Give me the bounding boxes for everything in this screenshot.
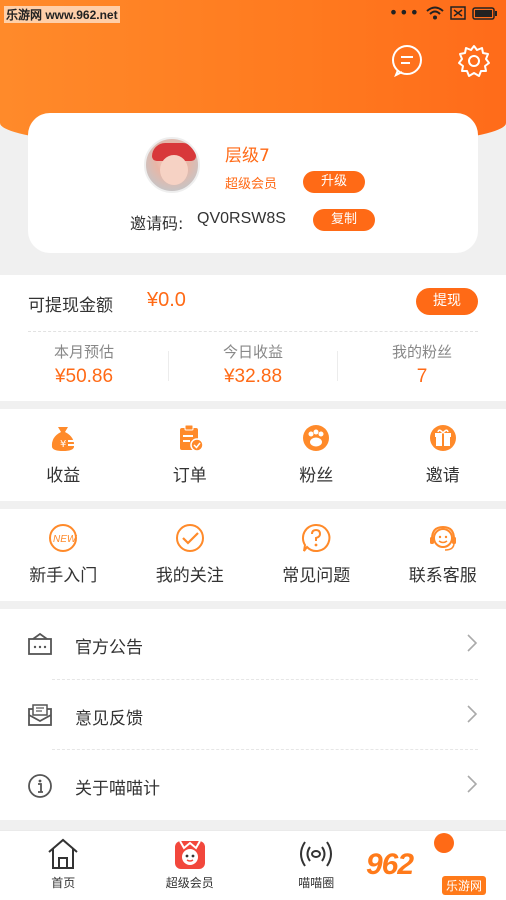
copy-button[interactable]: 复制	[313, 209, 375, 231]
fans-paw-icon	[303, 425, 330, 451]
watermark-top-left: 乐游网 www.962.net	[4, 6, 120, 23]
invite-code-label: 邀请码:	[130, 214, 184, 233]
question-bubble-icon	[302, 523, 331, 552]
stat-title: 本月预估	[53, 343, 114, 361]
stat-title: 我的粉丝	[391, 343, 452, 361]
tab-home[interactable]: 首页	[0, 831, 127, 900]
stat-today-income[interactable]: 今日收益 ¥32.88	[169, 341, 337, 388]
withdrawable-label: 可提现金额	[28, 296, 113, 316]
menu-item-about[interactable]: 关于喵喵计	[0, 750, 506, 820]
broadcast-icon	[300, 841, 333, 867]
message-icon[interactable]	[390, 44, 424, 78]
menu-item-label: 意见反馈	[75, 709, 143, 729]
watermark-bottom-right: 962 乐游网	[366, 848, 502, 896]
announcement-icon	[28, 632, 52, 655]
earnings-divider	[28, 331, 478, 332]
grid-item-follows[interactable]: 我的关注	[127, 509, 254, 601]
tab-label: 喵喵圈	[298, 876, 335, 890]
grid-item-label: 订单	[172, 466, 207, 486]
grid-item-beginner[interactable]: NEW 新手入门	[0, 509, 127, 601]
info-icon	[28, 774, 52, 798]
new-badge-icon: NEW	[49, 524, 78, 552]
withdraw-button[interactable]: 提现	[416, 288, 478, 315]
watermark-main: 962	[366, 848, 414, 881]
profile-card: 层级7 超级会员 升级 邀请码: QV0RSW8S 复制	[28, 113, 478, 253]
feedback-mail-icon	[28, 704, 52, 726]
grid-item-invite[interactable]: 邀请	[380, 409, 506, 501]
super-member-icon	[174, 840, 205, 869]
menu-item-label: 官方公告	[75, 638, 143, 658]
settings-menu: 官方公告 意见反馈 关于喵喵计	[0, 609, 506, 820]
member-type: 超级会员	[225, 177, 278, 192]
gift-icon	[429, 425, 456, 451]
grid-item-orders[interactable]: 订单	[127, 409, 254, 501]
stat-title: 今日收益	[222, 343, 283, 361]
earnings-panel: 可提现金额 ¥0.0 提现 本月预估 ¥50.86 今日收益 ¥32.88 我的…	[0, 275, 506, 401]
home-icon	[48, 838, 78, 869]
grid-item-label: 收益	[46, 466, 81, 486]
stat-month-estimate[interactable]: 本月预估 ¥50.86	[0, 341, 168, 388]
chevron-right-icon	[467, 705, 478, 723]
gear-icon[interactable]	[457, 44, 491, 78]
order-clipboard-icon	[179, 424, 204, 452]
status-bar: 乐游网 www.962.net •••	[0, 0, 506, 26]
headset-icon	[429, 525, 456, 551]
user-level: 层级7	[225, 146, 270, 166]
tab-label: 首页	[51, 876, 76, 890]
grid-item-label: 常见问题	[282, 566, 351, 586]
invite-code: QV0RSW8S	[197, 210, 286, 227]
tab-circle[interactable]: 喵喵圈	[253, 831, 380, 900]
watermark-sub: 乐游网	[442, 876, 487, 895]
withdrawable-amount: ¥0.0	[147, 289, 186, 311]
chevron-right-icon	[467, 775, 478, 793]
tab-super-member[interactable]: 超级会员	[127, 831, 254, 900]
grid-item-label: 邀请	[425, 466, 460, 486]
check-circle-icon	[175, 524, 204, 552]
grid-item-label: 联系客服	[408, 566, 477, 586]
grid-item-label: 新手入门	[29, 566, 98, 586]
menu-item-feedback[interactable]: 意见反馈	[0, 680, 506, 750]
svg-text:NEW: NEW	[53, 534, 78, 545]
grid-item-faq[interactable]: 常见问题	[253, 509, 380, 601]
battery-icon	[472, 6, 497, 20]
stat-value: ¥50.86	[54, 366, 114, 387]
tab-label: 超级会员	[165, 876, 214, 890]
feature-grid-secondary: NEW 新手入门 我的关注 常见问题 联系客服	[0, 509, 506, 601]
stat-my-fans[interactable]: 我的粉丝 7	[338, 341, 506, 388]
avatar[interactable]	[144, 137, 200, 193]
status-icons: •••	[388, 3, 498, 22]
stat-value: 7	[416, 366, 428, 387]
grid-item-fans[interactable]: 粉丝	[253, 409, 380, 501]
svg-text:¥: ¥	[60, 439, 66, 450]
upgrade-button[interactable]: 升级	[303, 171, 365, 193]
grid-item-income[interactable]: ¥ 收益	[0, 409, 127, 501]
stat-value: ¥32.88	[223, 366, 283, 387]
sim-icon	[450, 6, 466, 20]
grid-item-label: 我的关注	[155, 566, 224, 586]
avatar-face	[160, 155, 188, 185]
grid-item-support[interactable]: 联系客服	[380, 509, 506, 601]
status-dots: •••	[388, 3, 420, 22]
grid-item-label: 粉丝	[299, 466, 334, 486]
menu-item-label: 关于喵喵计	[75, 779, 160, 799]
menu-item-announcement[interactable]: 官方公告	[0, 609, 506, 679]
wifi-icon	[426, 6, 444, 20]
feature-grid-primary: ¥ 收益 订单 粉丝 邀请	[0, 409, 506, 501]
chevron-right-icon	[467, 634, 478, 652]
money-bag-icon: ¥	[52, 427, 77, 451]
